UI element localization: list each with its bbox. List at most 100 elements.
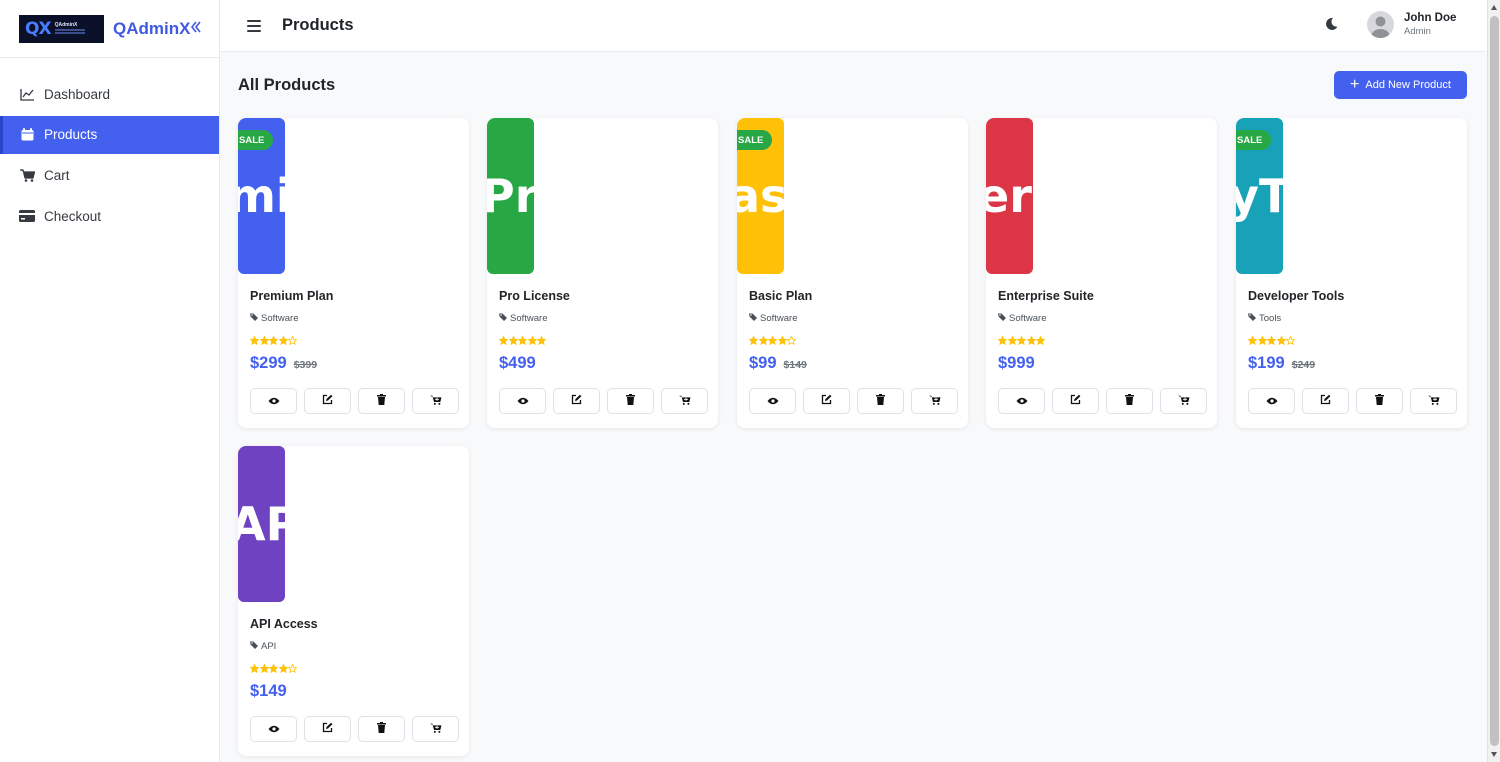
view-product-button[interactable] (1248, 388, 1295, 414)
product-name[interactable]: Developer Tools (1248, 289, 1344, 303)
star-filled-icon (1276, 332, 1286, 350)
star-filled-icon (748, 332, 759, 350)
product-category: Tools (1248, 313, 1281, 324)
delete-product-button[interactable] (607, 388, 654, 414)
add-new-product-button[interactable]: + Add New Product (1334, 71, 1467, 99)
product-rating (249, 332, 298, 350)
product-rating (249, 660, 298, 678)
eye-icon (268, 392, 280, 410)
scroll-down-arrow-icon[interactable] (1491, 752, 1497, 757)
eye-icon (268, 720, 280, 738)
product-image[interactable]: erp (986, 118, 1033, 274)
product-image[interactable]: AP (238, 446, 285, 602)
edit-product-button[interactable] (803, 388, 850, 414)
view-product-button[interactable] (250, 716, 297, 742)
product-price: $999 (998, 354, 1035, 372)
product-rating (997, 332, 1046, 350)
product-actions (998, 388, 1207, 414)
sidebar: QX QAdminX QAdminX Dashboard Products Ca… (0, 0, 220, 762)
eye-icon (517, 392, 529, 410)
product-card[interactable]: Pr Pro License Software $499 (487, 118, 718, 428)
delete-product-button[interactable] (358, 388, 405, 414)
sidebar-item-cart[interactable]: Cart (0, 156, 219, 194)
edit-product-button[interactable] (304, 716, 351, 742)
product-category-label: Software (760, 313, 798, 324)
edit-product-button[interactable] (304, 388, 351, 414)
product-card[interactable]: erp Enterprise Suite Software $999 (986, 118, 1217, 428)
product-name[interactable]: Pro License (499, 289, 570, 303)
menu-toggle-icon[interactable] (247, 19, 261, 32)
product-image[interactable]: Pr (487, 118, 534, 274)
sidebar-item-products[interactable]: Products (0, 115, 219, 154)
cart-plus-icon (928, 392, 941, 410)
product-category-label: Tools (1259, 313, 1282, 324)
add-to-cart-button[interactable] (911, 388, 958, 414)
chart-line-icon (19, 86, 35, 102)
cart-plus-icon (429, 392, 442, 410)
star-filled-icon (536, 332, 547, 350)
product-card[interactable]: yTo SALE Developer Tools Tools $199 $249 (1236, 118, 1467, 428)
product-actions (499, 388, 708, 414)
sidebar-nav: Dashboard Products Cart Checkout (0, 75, 219, 235)
user-name: John Doe (1404, 12, 1457, 24)
product-card[interactable]: AP API Access API $149 (238, 446, 469, 756)
add-to-cart-button[interactable] (1160, 388, 1207, 414)
star-filled-icon (498, 332, 509, 350)
product-name[interactable]: API Access (250, 617, 318, 631)
top-header: Products John Doe Admin (220, 0, 1487, 52)
view-product-button[interactable] (998, 388, 1045, 414)
tag-icon (1248, 313, 1256, 324)
edit-product-button[interactable] (553, 388, 600, 414)
cart-plus-icon (1427, 392, 1440, 410)
add-button-label: Add New Product (1365, 79, 1451, 91)
cart-icon (19, 167, 35, 183)
star-filled-icon (278, 660, 288, 678)
user-menu[interactable]: John Doe Admin (1404, 12, 1456, 37)
add-to-cart-button[interactable] (1410, 388, 1457, 414)
view-product-button[interactable] (250, 388, 297, 414)
product-category-label: Software (261, 313, 299, 324)
eye-icon (1266, 392, 1278, 410)
edit-product-button[interactable] (1302, 388, 1349, 414)
product-category: Software (998, 313, 1047, 324)
trash-icon (626, 392, 635, 410)
product-card[interactable]: mi SALE Premium Plan Software $299 $399 (238, 118, 469, 428)
eye-icon (767, 392, 779, 410)
view-product-button[interactable] (499, 388, 546, 414)
product-price: $199 (1248, 354, 1285, 372)
page-scrollbar[interactable] (1487, 0, 1500, 762)
product-actions (749, 388, 958, 414)
view-product-button[interactable] (749, 388, 796, 414)
delete-product-button[interactable] (857, 388, 904, 414)
scroll-thumb[interactable] (1490, 16, 1499, 746)
brand-logo: QX QAdminX (19, 14, 104, 43)
brand[interactable]: QX QAdminX QAdminX (0, 0, 219, 58)
chevron-double-left-icon[interactable] (191, 20, 202, 38)
product-name[interactable]: Basic Plan (749, 289, 812, 303)
logo-text: QAdminX (54, 22, 78, 28)
product-actions (250, 716, 459, 742)
delete-product-button[interactable] (1106, 388, 1153, 414)
avatar[interactable] (1367, 11, 1394, 38)
delete-product-button[interactable] (358, 716, 405, 742)
scroll-up-arrow-icon[interactable] (1491, 5, 1497, 10)
add-to-cart-button[interactable] (412, 388, 459, 414)
product-card[interactable]: as SALE Basic Plan Software $99 $149 (737, 118, 968, 428)
add-to-cart-button[interactable] (412, 716, 459, 742)
product-name[interactable]: Enterprise Suite (998, 289, 1094, 303)
edit-icon (322, 392, 333, 410)
add-to-cart-button[interactable] (661, 388, 708, 414)
sidebar-item-dashboard[interactable]: Dashboard (0, 75, 219, 113)
star-filled-icon (259, 332, 269, 350)
star-filled-icon (1247, 332, 1258, 350)
sale-badge: SALE (238, 130, 274, 150)
moon-icon[interactable] (1326, 17, 1338, 31)
delete-product-button[interactable] (1356, 388, 1403, 414)
product-name[interactable]: Premium Plan (250, 289, 333, 303)
product-image-text: as (737, 169, 784, 223)
star-filled-icon (997, 332, 1008, 350)
sidebar-item-checkout[interactable]: Checkout (0, 197, 219, 235)
edit-product-button[interactable] (1052, 388, 1099, 414)
sale-badge: SALE (1236, 130, 1272, 150)
product-image-text: AP (238, 497, 285, 551)
